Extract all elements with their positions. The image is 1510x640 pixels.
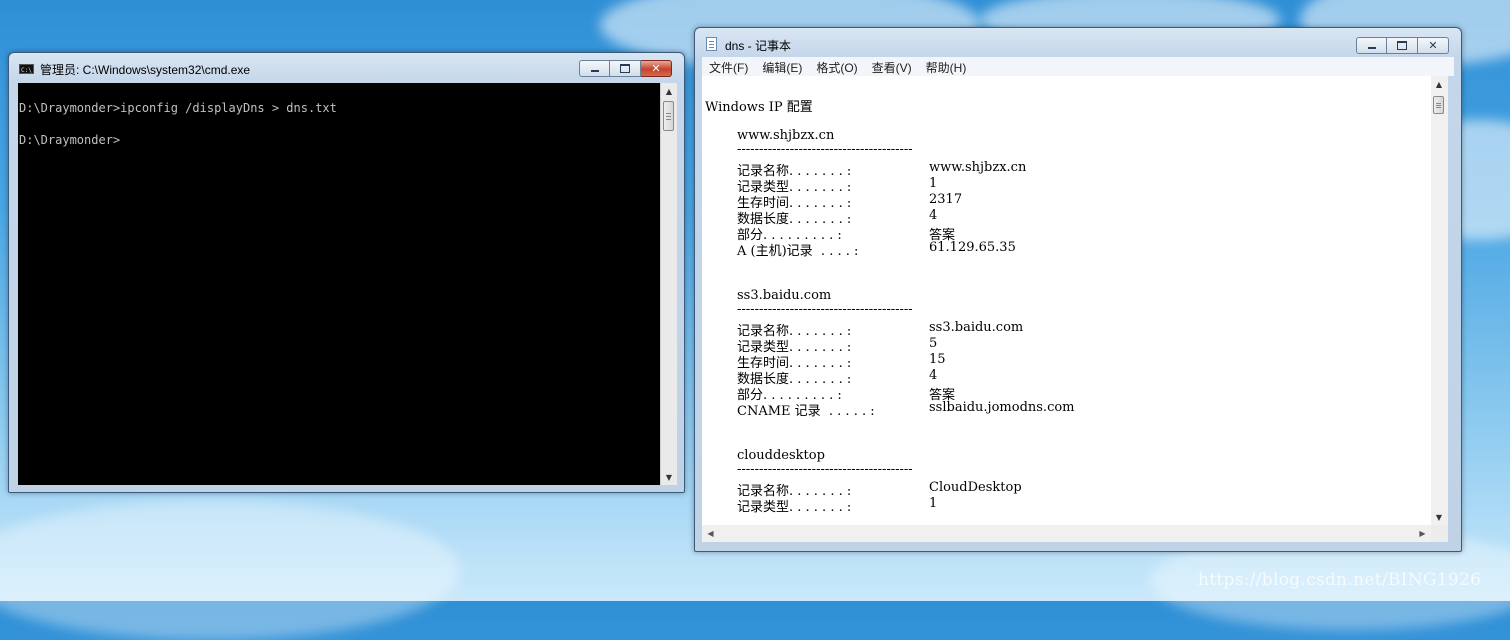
scroll-right-icon[interactable]: ▶ bbox=[1414, 525, 1431, 542]
text-editor[interactable]: Windows IP 配置 www.shjbzx.cn ------------… bbox=[702, 76, 1431, 525]
watermark: https://blog.csdn.net/BING1926 bbox=[1198, 570, 1482, 590]
close-icon: ✕ bbox=[651, 62, 661, 75]
notepad-titlebar[interactable]: dns - 记事本 ✕ bbox=[695, 28, 1461, 58]
scroll-up-icon[interactable]: ▲ bbox=[1431, 76, 1447, 92]
field-value: 15 bbox=[929, 352, 946, 367]
scroll-down-icon[interactable]: ▼ bbox=[1431, 509, 1447, 525]
separator: ---------------------------------------- bbox=[737, 142, 913, 157]
minimize-button[interactable] bbox=[1356, 37, 1387, 54]
maximize-icon bbox=[620, 64, 630, 73]
close-button[interactable]: ✕ bbox=[1418, 37, 1449, 54]
field-value: 2317 bbox=[929, 192, 963, 207]
field-label: 记录类型. . . . . . . : bbox=[737, 500, 852, 515]
dns-host: ss3.baidu.com bbox=[737, 288, 832, 303]
field-value: 1 bbox=[929, 176, 938, 191]
field-label: CNAME 记录 . . . . . : bbox=[737, 404, 875, 419]
menu-bar: 文件(F) 编辑(E) 格式(O) 查看(V) 帮助(H) bbox=[702, 57, 1454, 76]
field-value: 5 bbox=[929, 336, 938, 351]
field-label: A (主机)记录 . . . . : bbox=[737, 244, 859, 259]
field-value: CloudDesktop bbox=[929, 480, 1022, 495]
field-value: sslbaidu.jomodns.com bbox=[929, 400, 1075, 415]
maximize-button[interactable] bbox=[1387, 37, 1418, 54]
notepad-title: dns - 记事本 bbox=[725, 39, 792, 53]
menu-format[interactable]: 格式(O) bbox=[809, 57, 864, 76]
menu-file[interactable]: 文件(F) bbox=[702, 57, 755, 76]
svg-text:C:\: C:\ bbox=[21, 67, 32, 73]
notepad-horizontal-scrollbar[interactable]: ◀ ▶ bbox=[702, 525, 1431, 542]
dns-host: www.shjbzx.cn bbox=[737, 128, 835, 143]
notepad-icon bbox=[706, 37, 717, 51]
scroll-left-icon[interactable]: ◀ bbox=[702, 525, 719, 542]
scroll-down-icon[interactable]: ▼ bbox=[661, 469, 677, 485]
field-value: 61.129.65.35 bbox=[929, 240, 1016, 255]
minimize-icon bbox=[590, 70, 599, 72]
scroll-thumb[interactable] bbox=[663, 101, 674, 131]
menu-view[interactable]: 查看(V) bbox=[865, 57, 919, 76]
notepad-window[interactable]: dns - 记事本 ✕ 文件(F) 编辑(E) 格式(O) 查看(V) 帮助(H… bbox=[694, 27, 1462, 552]
field-value: 4 bbox=[929, 368, 938, 383]
close-button[interactable]: ✕ bbox=[641, 60, 672, 77]
separator: ---------------------------------------- bbox=[737, 302, 913, 317]
notepad-vertical-scrollbar[interactable]: ▲ ▼ bbox=[1431, 76, 1448, 525]
close-icon: ✕ bbox=[1428, 39, 1438, 52]
field-value: 4 bbox=[929, 208, 938, 223]
console-line: D:\Draymonder>ipconfig /displayDns > dns… bbox=[19, 101, 337, 115]
menu-help[interactable]: 帮助(H) bbox=[919, 57, 974, 76]
cmd-titlebar[interactable]: C:\ 管理员: C:\Windows\system32\cmd.exe ✕ bbox=[9, 53, 684, 83]
dns-host: clouddesktop bbox=[737, 448, 825, 463]
field-value: ss3.baidu.com bbox=[929, 320, 1024, 335]
desktop-cloud bbox=[0, 500, 460, 640]
field-value: 1 bbox=[929, 496, 938, 511]
console-output[interactable]: D:\Draymonder>ipconfig /displayDns > dns… bbox=[18, 83, 660, 485]
minimize-button[interactable] bbox=[579, 60, 610, 77]
document-header: Windows IP 配置 bbox=[705, 100, 813, 115]
cmd-window[interactable]: C:\ 管理员: C:\Windows\system32\cmd.exe ✕ D… bbox=[8, 52, 685, 493]
separator: ---------------------------------------- bbox=[737, 462, 913, 477]
scroll-up-icon[interactable]: ▲ bbox=[661, 83, 677, 99]
field-value: www.shjbzx.cn bbox=[929, 160, 1027, 175]
menu-edit[interactable]: 编辑(E) bbox=[755, 57, 809, 76]
maximize-button[interactable] bbox=[610, 60, 641, 77]
cmd-vertical-scrollbar[interactable]: ▲ ▼ bbox=[660, 83, 677, 485]
console-prompt: D:\Draymonder> bbox=[19, 133, 121, 147]
minimize-icon bbox=[1367, 47, 1376, 49]
resize-grip[interactable] bbox=[1431, 525, 1448, 542]
scroll-thumb[interactable] bbox=[1433, 96, 1444, 114]
cmd-title: 管理员: C:\Windows\system32\cmd.exe bbox=[40, 63, 251, 77]
console-icon: C:\ bbox=[19, 64, 34, 74]
maximize-icon bbox=[1397, 41, 1407, 50]
